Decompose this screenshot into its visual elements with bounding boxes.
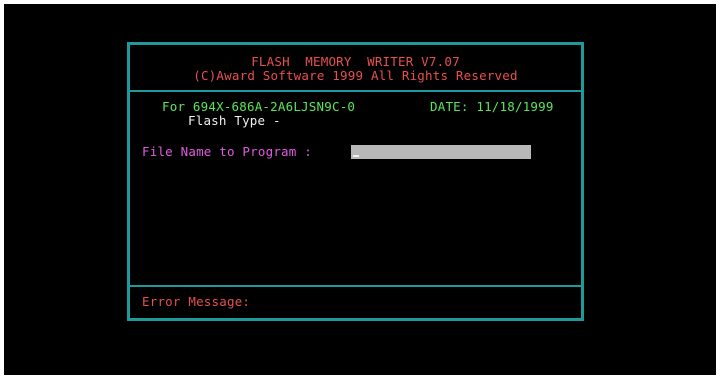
- flash-writer-dialog: FLASH MEMORY WRITER V7.07 (C)Award Softw…: [127, 42, 584, 321]
- error-message-label: Error Message:: [142, 294, 251, 309]
- header-divider: [130, 90, 581, 92]
- file-name-input[interactable]: [351, 145, 531, 159]
- copyright-text: (C)Award Software 1999 All Rights Reserv…: [193, 68, 518, 83]
- board-id-text: For 694X-686A-2A6LJSN9C-0: [162, 99, 356, 114]
- file-name-label: File Name to Program :: [142, 144, 312, 159]
- bios-screen: FLASH MEMORY WRITER V7.07 (C)Award Softw…: [4, 4, 716, 375]
- app-title: FLASH MEMORY WRITER V7.07: [251, 54, 460, 69]
- bios-date-text: DATE: 11/18/1999: [430, 99, 554, 114]
- error-divider: [130, 285, 581, 287]
- flash-type-text: Flash Type -: [188, 113, 281, 128]
- text-cursor: [353, 155, 359, 157]
